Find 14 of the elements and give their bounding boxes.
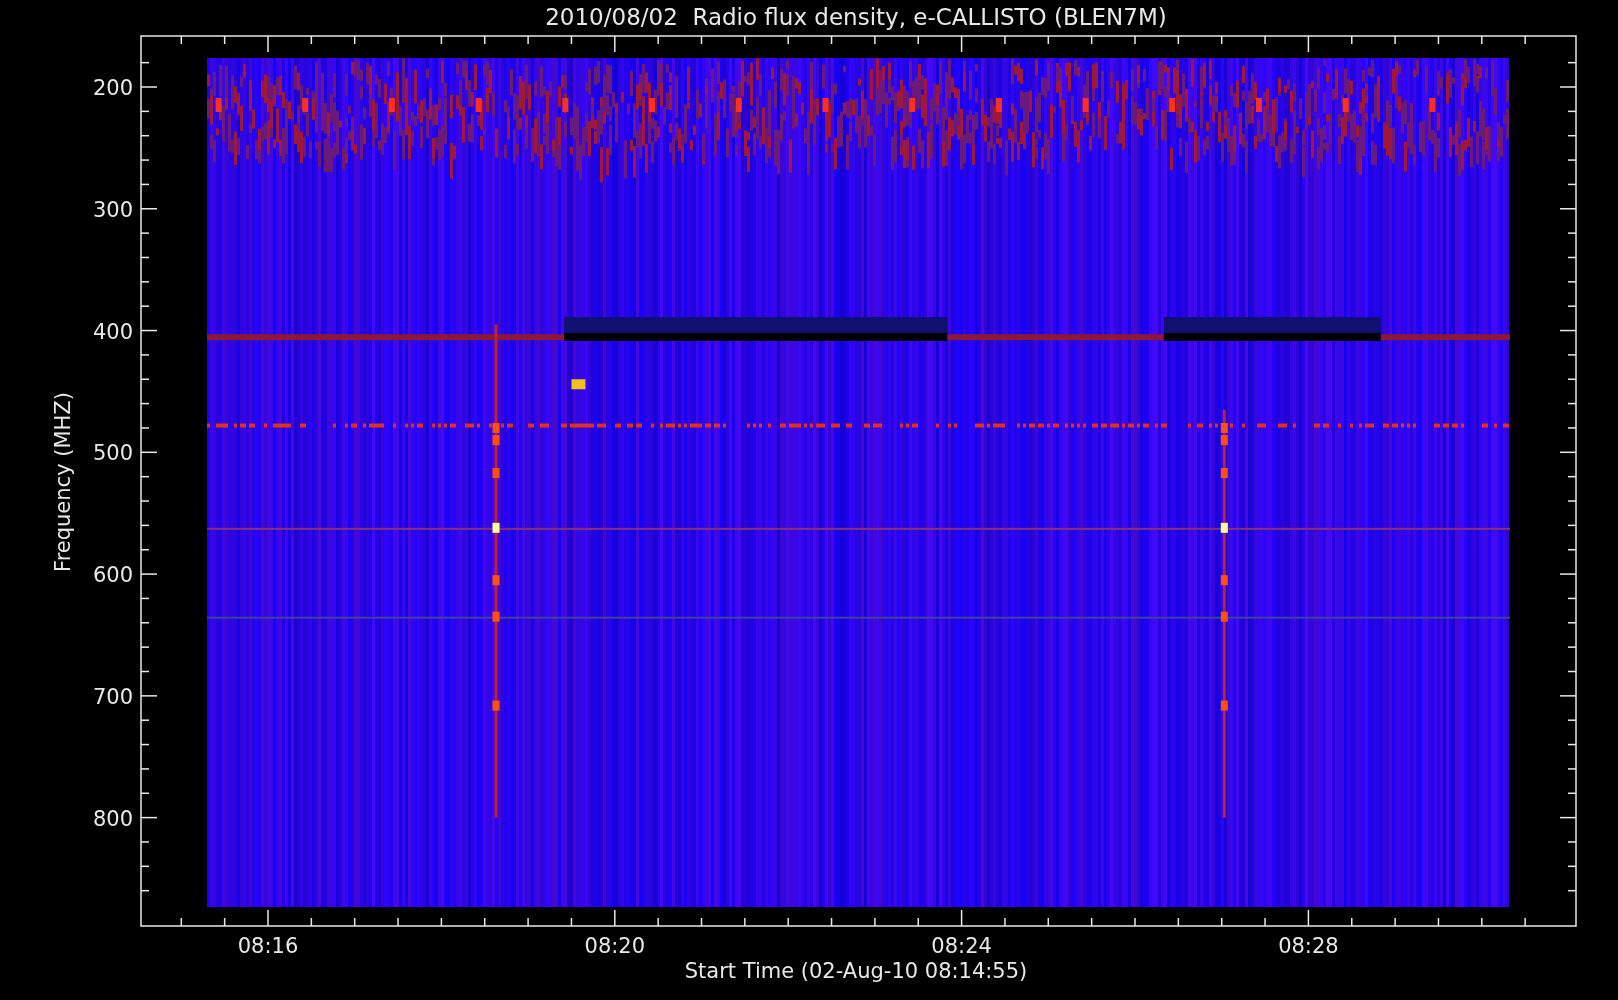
axis-tick-label: 200	[92, 76, 133, 100]
axis-label: Start Time (02-Aug-10 08:14:55)	[684, 959, 1028, 983]
axis-tick-label: 800	[92, 806, 133, 831]
axis-tick-label: 08:16	[237, 934, 299, 958]
axis-tick-label: 08:24	[931, 934, 992, 958]
axis-tick-label: 08:20	[584, 934, 646, 958]
axis-tick-label: 08:28	[1278, 934, 1339, 958]
axis-tick-label: 500	[92, 441, 133, 466]
axis-label: Frequency (MHZ)	[51, 392, 75, 572]
axis-tick-label: 300	[92, 197, 133, 222]
axis-tick-label: 700	[92, 684, 133, 709]
axis-tick-label: 400	[92, 319, 133, 344]
axis-tick-label: 600	[92, 563, 133, 588]
chart-title: 2010/08/02 Radio flux density, e-CALLISTO (BLEN7M)	[545, 4, 1167, 30]
